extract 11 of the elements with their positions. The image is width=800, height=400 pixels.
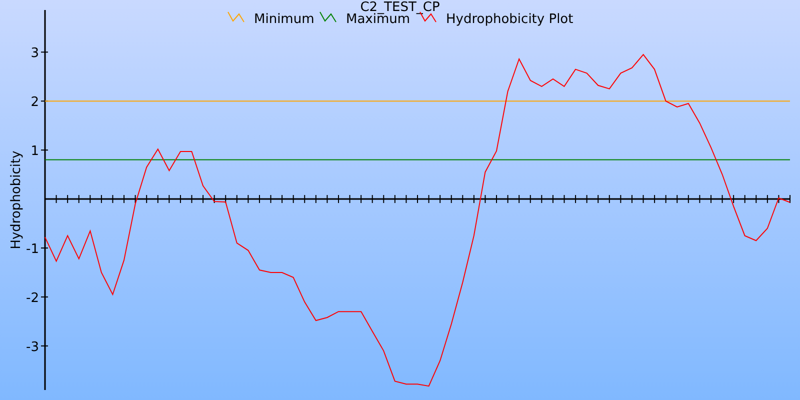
y-tick-label: 3 bbox=[30, 46, 39, 62]
legend-label: Hydrophobicity Plot bbox=[446, 12, 574, 27]
y-tick-label: -2 bbox=[26, 290, 39, 306]
legend-label: Maximum bbox=[346, 12, 410, 27]
chart-title: C2_TEST_CP bbox=[360, 0, 440, 15]
y-tick-label: 1 bbox=[30, 144, 39, 160]
y-tick-label: -1 bbox=[26, 242, 39, 257]
y-tick-label: 2 bbox=[30, 95, 39, 110]
legend-label: Minimum bbox=[254, 12, 314, 27]
y-tick-label: -3 bbox=[26, 340, 39, 355]
y-axis-label: Hydrophobicity bbox=[9, 150, 24, 250]
